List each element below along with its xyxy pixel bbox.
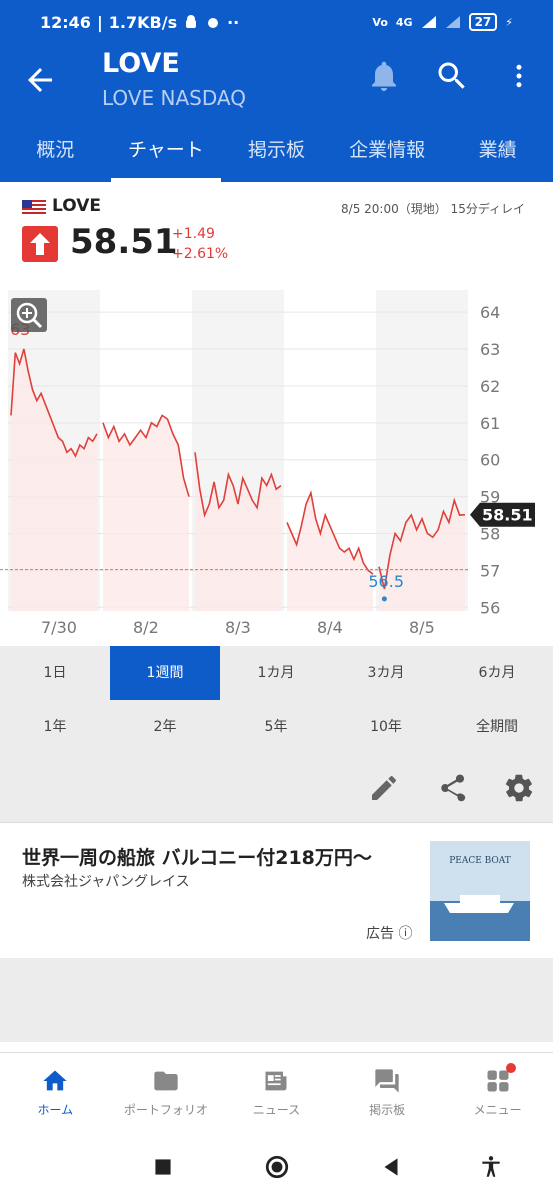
search-icon[interactable] (434, 58, 470, 94)
spacer-area (0, 958, 553, 1042)
accessibility-icon[interactable] (478, 1154, 504, 1180)
tab-bar: 概況 チャート 掲示板 企業情報 業績 (0, 130, 553, 182)
ad-headline[interactable]: 世界一周の船旅 バルコニー付218万円〜 (22, 843, 372, 870)
x-tick-label: 7/30 (41, 618, 77, 637)
nav-home[interactable]: ホーム (0, 1053, 111, 1134)
nav-board-label: 掲示板 (369, 1103, 406, 1117)
price-chart[interactable]: 6463626160595857567/308/28/38/48/56356.5… (0, 286, 553, 646)
nav-portfolio[interactable]: ポートフォリオ (111, 1053, 222, 1134)
network-type: 4G (395, 15, 413, 29)
y-tick-label: 62 (480, 377, 500, 396)
up-arrow-icon (22, 226, 58, 262)
gear-icon[interactable] (503, 772, 535, 804)
chart-svg: 6463626160595857567/308/28/38/48/56356.5… (0, 290, 535, 637)
back-arrow-icon[interactable] (22, 62, 58, 98)
range-3m[interactable]: 3カ月 (331, 646, 441, 700)
ad-banner[interactable]: 世界一周の船旅 バルコニー付218万円〜 株式会社ジャパングレイス 広告 ⓘ P… (0, 822, 553, 958)
y-tick-label: 64 (480, 303, 500, 322)
price-change: +1.49 +2.61% (172, 224, 228, 264)
ad-label[interactable]: 広告 ⓘ (366, 923, 412, 943)
bell-icon[interactable] (366, 58, 402, 94)
system-nav (0, 1134, 553, 1200)
ad-label-text: 広告 (366, 926, 394, 942)
x-tick-label: 8/2 (133, 618, 159, 637)
page-title: LOVE (102, 48, 180, 79)
nav-news[interactable]: ニュース (221, 1053, 332, 1134)
range-5y[interactable]: 5年 (221, 700, 331, 754)
y-tick-label: 58 (480, 525, 500, 544)
x-tick-label: 8/5 (409, 618, 435, 637)
back-triangle-icon[interactable] (378, 1154, 404, 1180)
recents-icon[interactable] (150, 1154, 176, 1180)
low-marker (381, 596, 387, 602)
nav-portfolio-label: ポートフォリオ (123, 1103, 208, 1117)
current-price: 58.51 (70, 222, 178, 262)
status-divider: | (96, 12, 103, 32)
charging-icon: ⚡ (505, 15, 513, 29)
ticker-symbol: LOVE (52, 196, 101, 216)
battery-icon: 27 (468, 13, 498, 31)
page-subtitle: LOVE NASDAQ (102, 86, 246, 110)
nav-menu-label: メニュー (473, 1103, 522, 1117)
x-tick-label: 8/4 (317, 618, 343, 637)
y-tick-label: 57 (480, 561, 500, 580)
ad-company: 株式会社ジャパングレイス (22, 874, 190, 890)
ad-image-text: PEACE BOAT (449, 856, 511, 866)
nav-news-label: ニュース (252, 1103, 301, 1117)
y-tick-label: 61 (480, 414, 500, 433)
status-bar: 12:46 | 1.7KB/s ·· Vo 4G 27 ⚡ (0, 0, 553, 44)
range-1w[interactable]: 1週間 (110, 646, 220, 700)
range-1d[interactable]: 1日 (0, 646, 110, 700)
chart-tools (0, 756, 553, 822)
tab-chart[interactable]: チャート (110, 130, 222, 182)
nav-board[interactable]: 掲示板 (332, 1053, 443, 1134)
nav-home-label: ホーム (37, 1103, 74, 1117)
status-time: 12:46 (40, 12, 91, 32)
range-all[interactable]: 全期間 (442, 700, 552, 754)
pencil-icon[interactable] (368, 772, 400, 804)
notification-dots-icon: ·· (227, 12, 240, 32)
volte-icon: Vo (372, 15, 388, 29)
range-1m[interactable]: 1カ月 (221, 646, 331, 700)
status-speed: 1.7KB/s (108, 12, 178, 32)
share-icon[interactable] (436, 772, 468, 804)
app-bar: LOVE LOVE NASDAQ (0, 44, 553, 130)
tab-overview[interactable]: 概況 (0, 130, 111, 182)
price-area (103, 415, 189, 611)
low-label: 56.5 (368, 572, 404, 591)
tab-earnings[interactable]: 業績 (442, 130, 553, 182)
x-tick-label: 8/3 (225, 618, 251, 637)
tab-board[interactable]: 掲示板 (221, 130, 332, 182)
quote-time: 8/5 20:00（現地） 15分ディレイ (341, 202, 525, 216)
range-10y[interactable]: 10年 (331, 700, 441, 754)
range-1y[interactable]: 1年 (0, 700, 110, 754)
change-value: +1.49 (172, 226, 215, 242)
quote-header: LOVE 8/5 20:00（現地） 15分ディレイ 58.51 +1.49 +… (0, 182, 553, 286)
change-percent: +2.61% (172, 246, 229, 262)
notification-badge (506, 1063, 517, 1073)
tab-company[interactable]: 企業情報 (332, 130, 443, 182)
bottom-nav: ホーム ポートフォリオ ニュース 掲示板 メニュー (0, 1052, 553, 1134)
us-flag-icon (22, 200, 46, 216)
news-icon (265, 1071, 287, 1091)
folder-icon (154, 1071, 178, 1091)
signal-2-icon (445, 16, 460, 28)
nav-menu[interactable]: メニュー (442, 1053, 553, 1134)
y-tick-label: 60 (480, 451, 500, 470)
y-tick-label: 63 (480, 340, 500, 359)
last-price-label: 58.51 (482, 506, 533, 525)
chat-icon (375, 1069, 399, 1093)
ad-image[interactable]: PEACE BOAT (430, 841, 530, 941)
more-vert-icon[interactable] (504, 58, 534, 94)
news-app-icon (208, 18, 219, 28)
home-circle-icon[interactable] (264, 1154, 290, 1180)
android-icon (186, 15, 197, 28)
range-6m[interactable]: 6カ月 (442, 646, 552, 700)
y-tick-label: 56 (480, 598, 500, 617)
home-icon (43, 1070, 67, 1091)
range-2y[interactable]: 2年 (110, 700, 220, 754)
signal-icon (421, 16, 436, 28)
